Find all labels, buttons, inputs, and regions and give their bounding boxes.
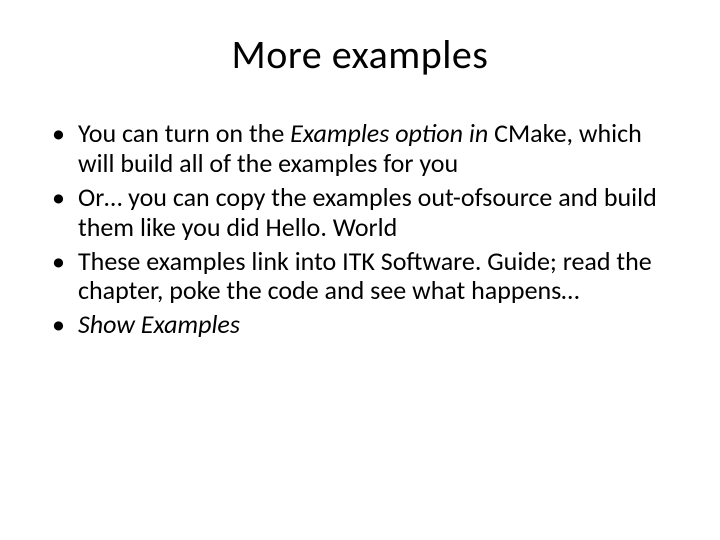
text-run: You can turn on the [78, 117, 290, 149]
list-item: Show Examples [50, 310, 680, 340]
bullet-list: You can turn on the Examples option in C… [50, 119, 680, 340]
text-run: Or… you can copy the examples out-ofsour… [78, 181, 657, 243]
list-item: These examples link into ITK Software. G… [50, 247, 680, 307]
list-item: Or… you can copy the examples out-ofsour… [50, 183, 680, 243]
text-run-italic: Examples option in [290, 117, 494, 149]
list-item: You can turn on the Examples option in C… [50, 119, 680, 179]
slide-title: More examples [40, 30, 680, 79]
text-run: These examples link into ITK Software. G… [78, 245, 652, 307]
text-run-italic: Show Examples [78, 308, 240, 340]
slide: More examples You can turn on the Exampl… [0, 0, 720, 540]
